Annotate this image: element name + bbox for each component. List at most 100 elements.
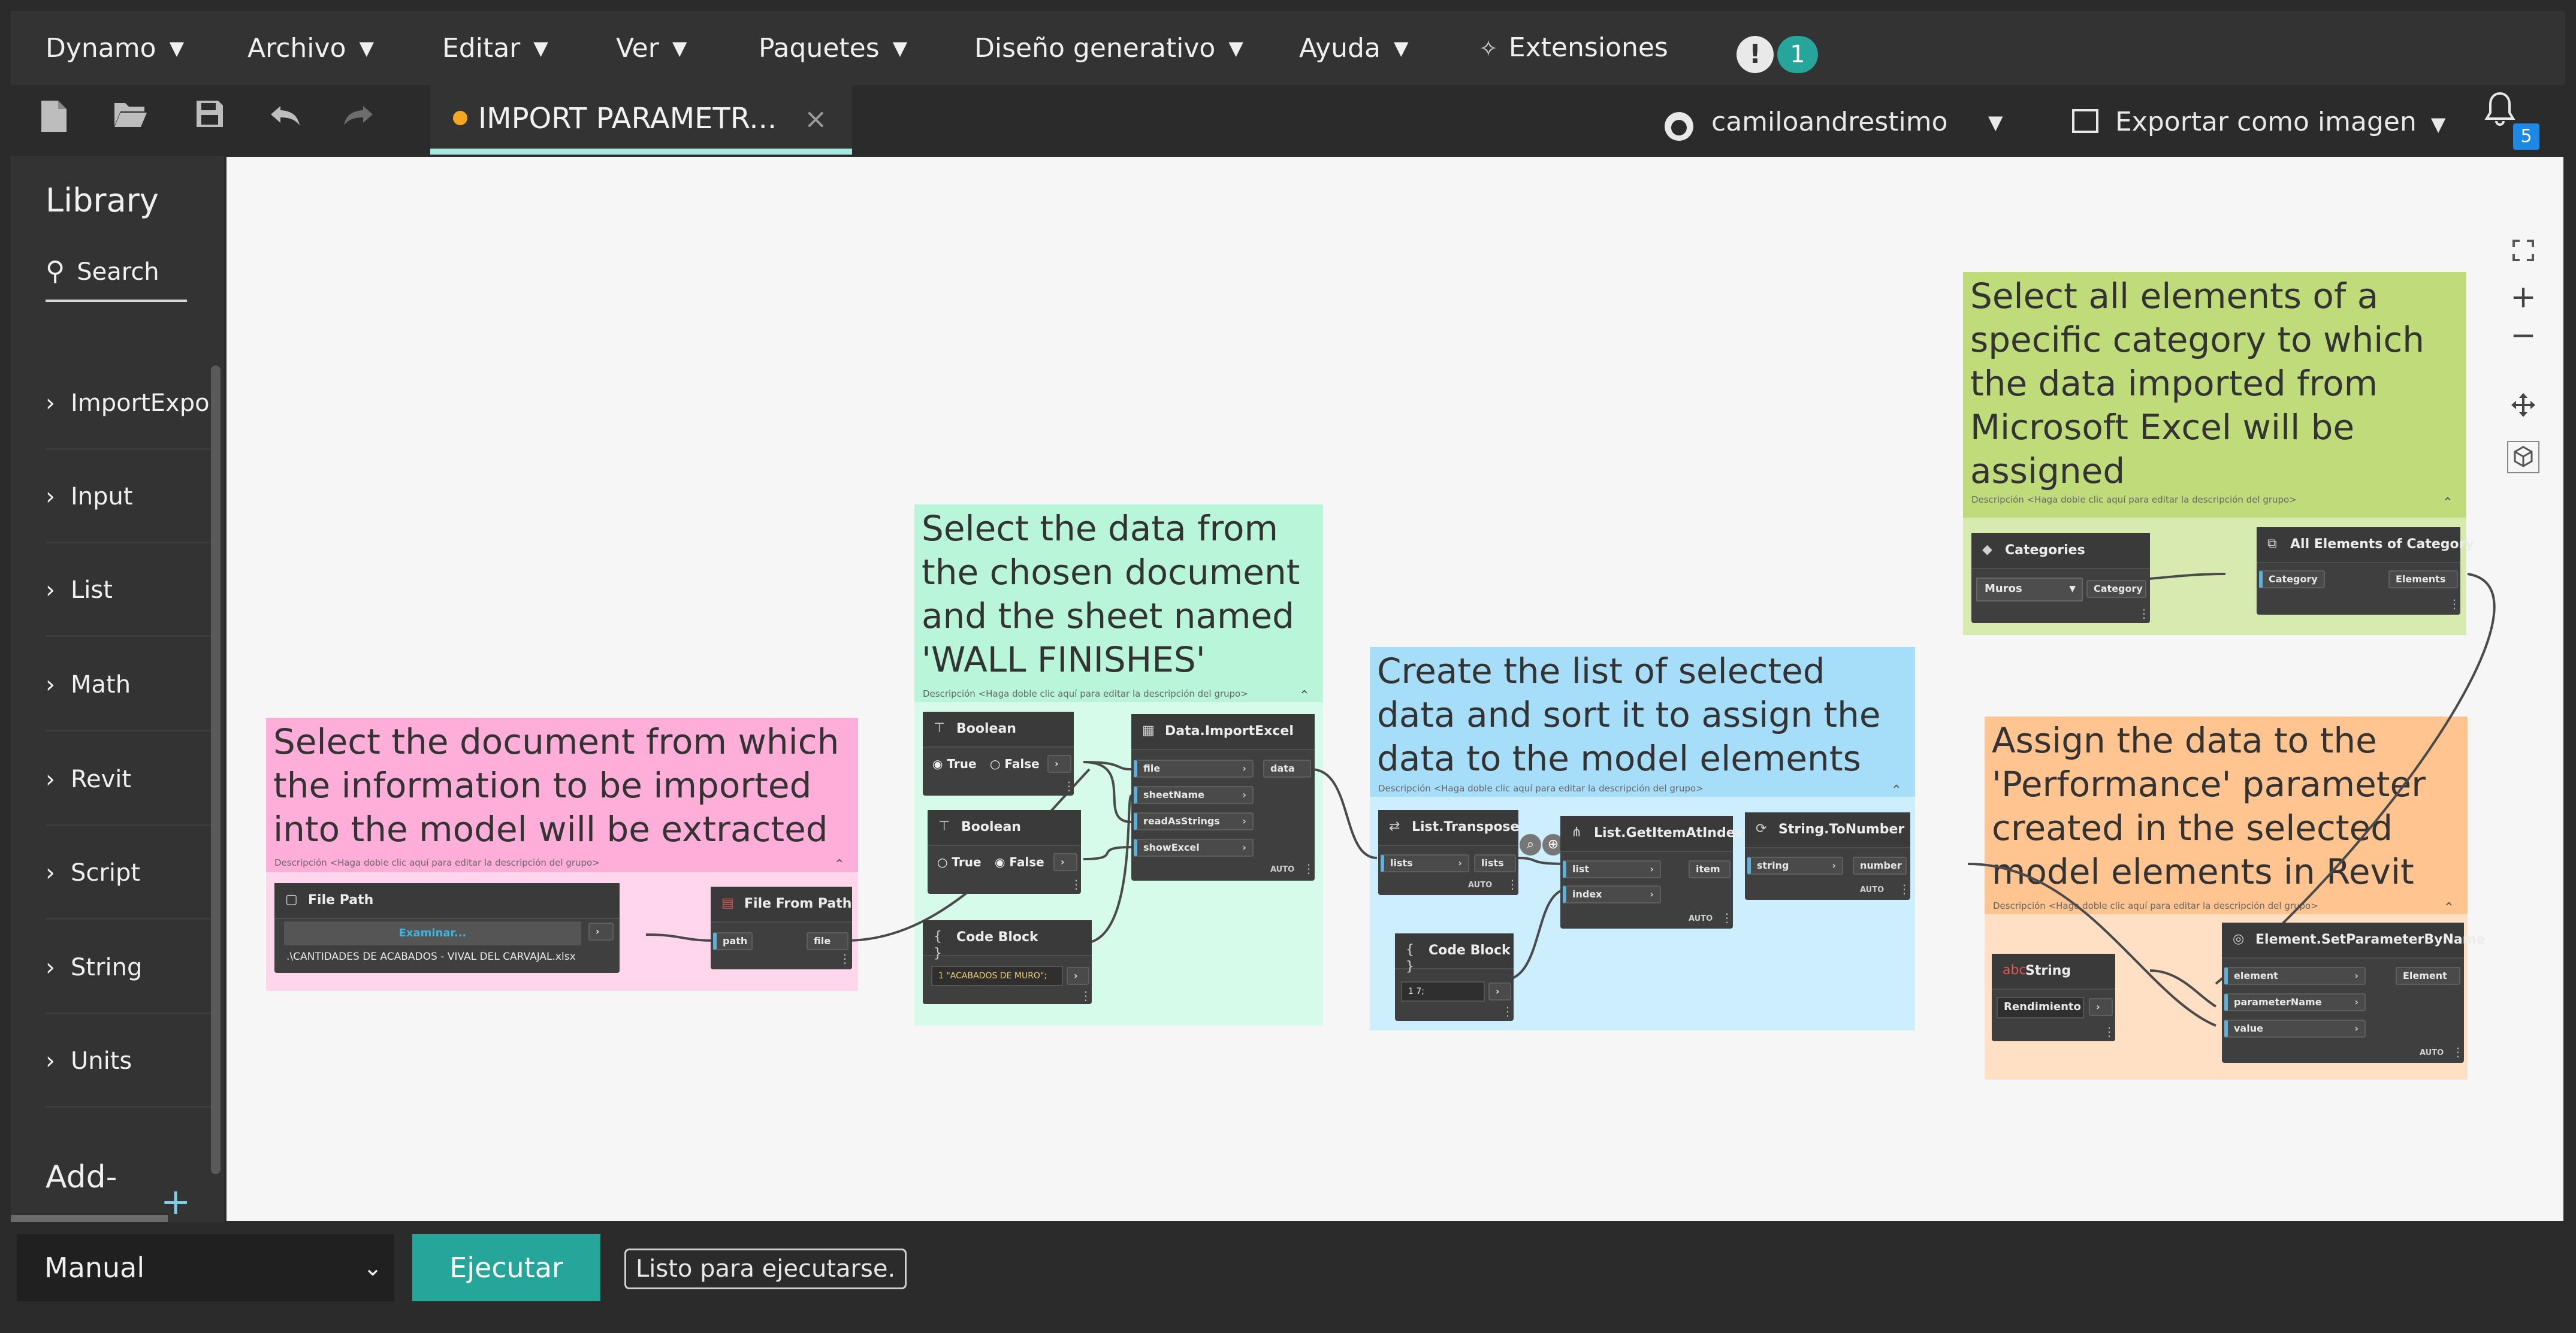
input-port-string[interactable]: string › (1747, 857, 1843, 875)
more-icon[interactable]: ⋮ (2138, 607, 2150, 619)
new-file-icon[interactable] (36, 99, 72, 135)
zoom-to-fit-icon[interactable] (2503, 238, 2543, 274)
output-port[interactable]: › (1067, 967, 1089, 985)
user-menu[interactable]: ● camiloandrestimo (1665, 104, 1948, 141)
node-string[interactable]: abc String Rendimiento › ⋮ (1992, 954, 2115, 1041)
more-icon[interactable]: ⋮ (839, 953, 851, 965)
radio-true[interactable]: ○ True (937, 853, 982, 871)
node-code-block-1[interactable]: { } Code Block 1 "ACABADOS DE MURO"; › ⋮ (923, 920, 1092, 1004)
node-data-import-excel[interactable]: ▦ Data.ImportExcel file › sheetName › read… (1131, 714, 1315, 881)
input-port-lists[interactable]: lists › (1381, 854, 1469, 872)
node-all-elements-of-category[interactable]: ⧉ All Elements of Category Category Elem… (2257, 527, 2474, 615)
output-port-elements[interactable]: Elements (2388, 570, 2458, 588)
menu-archivo[interactable]: Archivo ▼ (247, 28, 374, 68)
library-search-input[interactable]: ⚲ Search (46, 252, 187, 302)
notice-icon[interactable]: ! (1737, 36, 1774, 73)
more-icon[interactable]: ⋮ (1721, 912, 1733, 924)
library-scrollbar[interactable] (211, 365, 221, 1174)
node-boolean-1[interactable]: ⊤ Boolean ◉ True ○ False › ⋮ (923, 712, 1075, 796)
more-icon[interactable]: ⋮ (1063, 780, 1075, 792)
library-horizontal-scrollbar[interactable] (11, 1215, 168, 1222)
collapse-icon[interactable]: ⌃ (2442, 496, 2453, 510)
input-port-index[interactable]: index › (1563, 885, 1661, 903)
output-port-category[interactable]: Category (2086, 580, 2146, 598)
string-input[interactable]: Rendimiento (1997, 997, 2084, 1018)
node-categories[interactable]: ◆ Categories Muros ▼ Category ⋮ (1971, 533, 2150, 623)
output-port-file[interactable]: file (807, 932, 848, 950)
category-dropdown[interactable]: Muros ▼ (1976, 578, 2083, 601)
node-boolean-2[interactable]: ⊤ Boolean ○ True ◉ False › ⋮ (928, 810, 1082, 894)
library-item-units[interactable]: › Units (46, 1016, 219, 1108)
node-code-block-2[interactable]: { } Code Block 1 7; › ⋮ (1395, 933, 1514, 1021)
add-icon[interactable]: + (161, 1184, 191, 1220)
input-port-parametername[interactable]: parameterName › (2224, 993, 2366, 1011)
close-icon[interactable]: × (804, 101, 828, 137)
more-icon[interactable]: ⋮ (1502, 1005, 1514, 1017)
zoom-out-icon[interactable]: − (2503, 319, 2543, 352)
browse-button[interactable]: Examinar... (284, 921, 581, 945)
more-icon[interactable]: ⋮ (1080, 990, 1092, 1002)
output-port[interactable]: › (1488, 983, 1511, 1000)
menu-editar[interactable]: Editar ▼ (442, 28, 548, 68)
run-mode-select[interactable]: Manual ⌄ (17, 1234, 394, 1301)
export-image-button[interactable]: Exportar como imagen ▼ (2072, 104, 2446, 142)
library-item-math[interactable]: › Math (46, 640, 219, 732)
library-item-string[interactable]: › String (46, 923, 219, 1014)
more-icon[interactable]: ⋮ (1898, 883, 1910, 895)
input-port-value[interactable]: value › (2224, 1020, 2366, 1038)
run-button[interactable]: Ejecutar (412, 1234, 600, 1301)
menu-ayuda[interactable]: Ayuda ▼ (1299, 28, 1409, 68)
input-port-readasstrings[interactable]: readAsStrings › (1134, 812, 1254, 830)
undo-icon[interactable] (267, 99, 303, 135)
library-item-list[interactable]: › List (46, 545, 219, 637)
input-port-list[interactable]: list › (1563, 860, 1661, 878)
node-file-path[interactable]: ▢ File Path Examinar... › .\CANTIDADES D… (274, 883, 620, 973)
output-port-number[interactable]: number (1853, 857, 1907, 875)
zoom-in-icon[interactable]: + (2503, 280, 2543, 314)
node-string-to-number[interactable]: ⟳ String.ToNumber string › number AUTO ⋮ (1745, 812, 1910, 900)
open-folder-icon[interactable] (113, 99, 149, 135)
output-port[interactable]: › (2089, 998, 2113, 1016)
collapse-icon[interactable]: ⌃ (2444, 901, 2454, 915)
input-port-sheetname[interactable]: sheetName › (1134, 786, 1254, 804)
more-icon[interactable]: ⋮ (2103, 1026, 2115, 1038)
library-item-revit[interactable]: › Revit (46, 734, 219, 826)
output-port[interactable]: › (588, 923, 614, 941)
collapse-icon[interactable]: ⌃ (1299, 689, 1310, 703)
view-3d-icon[interactable] (2503, 441, 2543, 480)
radio-false[interactable]: ◉ False (995, 853, 1044, 871)
menu-extensiones[interactable]: ✧ Extensiones (1479, 28, 1668, 68)
more-icon[interactable]: ⋮ (1506, 878, 1518, 890)
pan-icon[interactable] (2503, 392, 2543, 428)
more-icon[interactable]: ⋮ (1070, 878, 1082, 890)
graph-canvas[interactable]: Select the document from which the infor… (227, 157, 2563, 1221)
output-port-data[interactable]: data (1263, 760, 1311, 778)
input-port-path[interactable]: path (713, 932, 753, 950)
redo-icon[interactable] (340, 99, 376, 135)
library-item-importexport[interactable]: › ImportExport (46, 358, 219, 450)
output-port[interactable]: › (1047, 755, 1071, 773)
code-editor[interactable]: 1 7; (1401, 981, 1485, 1002)
collapse-icon[interactable]: ⌃ (834, 858, 845, 872)
output-port[interactable]: › (1053, 853, 1077, 871)
input-port-file[interactable]: file › (1134, 760, 1254, 778)
tab-import-parameters[interactable]: IMPORT PARAMETR... × (430, 85, 852, 155)
input-port-element[interactable]: element › (2224, 967, 2366, 985)
input-port-showexcel[interactable]: showExcel › (1134, 839, 1254, 857)
notification-count-badge[interactable]: 1 (1777, 36, 1818, 73)
node-list-transpose[interactable]: ⇄ List.Transpose lists › lists AUTO ⋮ (1378, 810, 1519, 895)
more-icon[interactable]: ⋮ (2452, 1046, 2464, 1058)
node-file-from-path[interactable]: ▤ File From Path path file ⋮ (711, 887, 852, 969)
collapse-icon[interactable]: ⌃ (1891, 784, 1902, 798)
library-item-input[interactable]: › Input (46, 452, 219, 543)
caret-down-icon[interactable]: ▼ (1988, 104, 2003, 140)
more-icon[interactable]: ⋮ (1303, 863, 1315, 875)
output-port-item[interactable]: item (1689, 860, 1731, 878)
code-editor[interactable]: 1 "ACABADOS DE MURO"; (931, 966, 1063, 986)
input-port-category[interactable]: Category (2259, 570, 2325, 588)
radio-false[interactable]: ○ False (990, 755, 1040, 773)
menu-paquetes[interactable]: Paquetes ▼ (759, 28, 907, 68)
output-port-lists[interactable]: lists (1474, 854, 1516, 872)
radio-true[interactable]: ◉ True (932, 755, 977, 773)
save-icon[interactable] (192, 99, 228, 135)
